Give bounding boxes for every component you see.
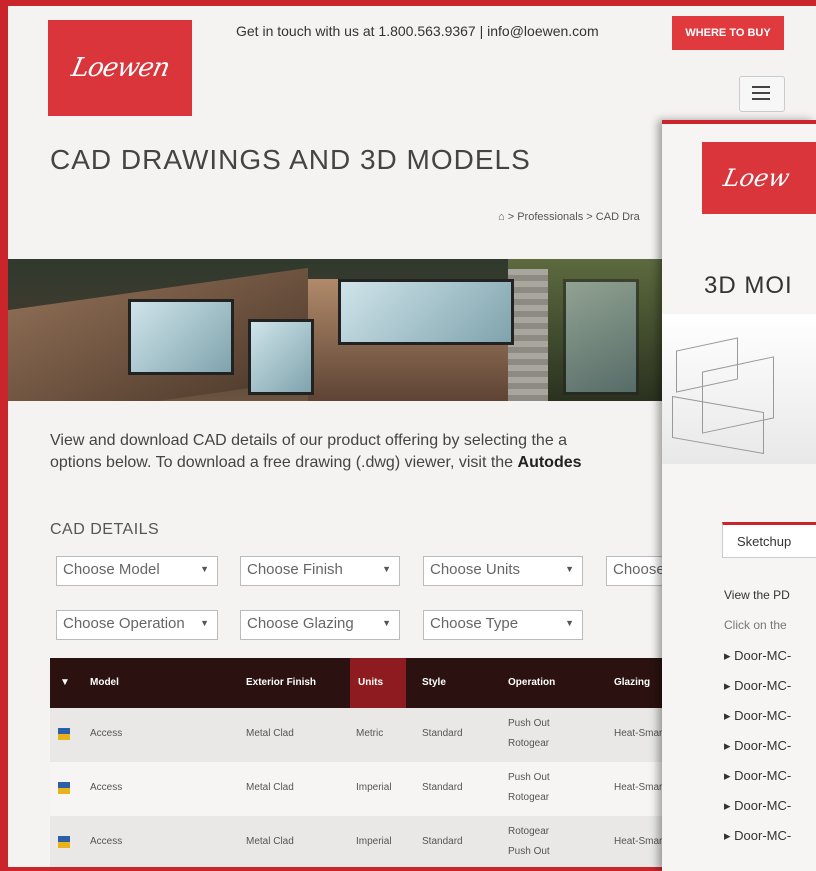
cell-glazing: Heat-Smart xyxy=(614,836,666,847)
cell-glazing: Heat-Smart xyxy=(614,728,666,739)
col-exterior-finish[interactable]: Exterior Finish xyxy=(246,658,316,708)
3d-models-window: Loew 3D MOI Sketchup View the PD Click o… xyxy=(662,120,816,871)
cell-style: Standard xyxy=(422,728,463,739)
dropdown-arrow-icon: ▼ xyxy=(382,618,391,628)
download-link[interactable]: ▸ Door-MC- xyxy=(724,678,791,694)
dropdown-arrow-icon: ▼ xyxy=(565,618,574,628)
select-label: Choose Operation xyxy=(63,615,185,632)
cell-model: Access xyxy=(90,836,123,847)
intro-text: View and download CAD details of our pro… xyxy=(50,430,690,474)
model-sketch-image xyxy=(662,314,816,464)
choose-model-select[interactable]: Choose Model ▼ xyxy=(56,556,218,586)
download-link[interactable]: ▸ Door-MC- xyxy=(724,828,791,844)
dropdown-arrow-icon: ▼ xyxy=(200,618,209,628)
col-units[interactable]: Units xyxy=(350,658,406,708)
choose-operation-select[interactable]: Choose Operation ▼ xyxy=(56,610,218,640)
intro-line-1: View and download CAD details of our pro… xyxy=(50,432,568,449)
col-operation[interactable]: Operation xyxy=(508,658,555,708)
cad-details-heading: CAD DETAILS xyxy=(50,521,160,538)
choose-units-select[interactable]: Choose Units ▼ xyxy=(423,556,583,586)
intro-line-2-text: options below. To download a free drawin… xyxy=(50,454,518,471)
download-link-label: Door-MC- xyxy=(734,828,792,843)
cell-finish: Metal Clad xyxy=(246,836,294,847)
choose-glazing-select[interactable]: Choose Glazing ▼ xyxy=(240,610,400,640)
table-header: ▼ Model Exterior Finish Units Style Oper… xyxy=(50,658,690,708)
cell-style: Standard xyxy=(422,782,463,793)
dropdown-arrow-icon: ▼ xyxy=(382,564,391,574)
cad-file-icon[interactable] xyxy=(58,782,70,794)
choose-finish-select[interactable]: Choose Finish ▼ xyxy=(240,556,400,586)
cell-glazing: Heat-Smart xyxy=(614,782,666,793)
download-link-label: Door-MC- xyxy=(734,738,792,753)
download-link[interactable]: ▸ Door-MC- xyxy=(724,798,791,814)
cell-model: Access xyxy=(90,728,123,739)
cell-operation: Rotogear xyxy=(508,738,550,749)
hamburger-icon[interactable] xyxy=(739,76,785,112)
select-label: Choose Units xyxy=(430,561,521,578)
dropdown-arrow-icon: ▼ xyxy=(200,564,209,574)
cell-operation: Push Out xyxy=(508,718,550,729)
cad-file-icon[interactable] xyxy=(58,728,70,740)
download-link[interactable]: ▸ Door-MC- xyxy=(724,738,791,754)
cell-finish: Metal Clad xyxy=(246,782,294,793)
overlay-line-1: View the PD xyxy=(724,588,790,602)
cad-file-icon[interactable] xyxy=(58,836,70,848)
download-link-label: Door-MC- xyxy=(734,708,792,723)
download-link-label: Door-MC- xyxy=(734,678,792,693)
loewen-logo-overlay[interactable]: Loew xyxy=(702,142,816,214)
cell-operation: Rotogear xyxy=(508,792,550,803)
cell-operation: Push Out xyxy=(508,846,550,857)
table-row[interactable]: Access Metal Clad Imperial Standard Push… xyxy=(50,762,690,816)
intro-line-2: options below. To download a free drawin… xyxy=(50,452,690,474)
home-icon[interactable]: ⌂ xyxy=(498,211,505,223)
download-link-label: Door-MC- xyxy=(734,798,792,813)
download-link[interactable]: ▸ Door-MC- xyxy=(724,768,791,784)
sort-caret-icon[interactable]: ▼ xyxy=(60,658,70,708)
col-model[interactable]: Model xyxy=(90,658,119,708)
tab-sketchup[interactable]: Sketchup xyxy=(722,522,816,558)
select-label: Choose xyxy=(613,561,665,578)
page-title: CAD DRAWINGS AND 3D MODELS xyxy=(50,144,531,175)
cell-finish: Metal Clad xyxy=(246,728,294,739)
cell-operation: Rotogear xyxy=(508,826,550,837)
where-to-buy-button[interactable]: WHERE TO BUY xyxy=(672,16,784,50)
breadcrumb-cad[interactable]: CAD Dra xyxy=(596,211,640,223)
logo-text: Loewen xyxy=(68,53,172,83)
table-row[interactable]: Access Metal Clad Metric Standard Push O… xyxy=(50,708,690,762)
choose-type-select[interactable]: Choose Type ▼ xyxy=(423,610,583,640)
download-link[interactable]: ▸ Door-MC- xyxy=(724,648,791,664)
autodesk-link[interactable]: Autodes xyxy=(518,454,582,471)
cell-model: Access xyxy=(90,782,123,793)
overlay-line-2: Click on the xyxy=(724,618,787,632)
cell-operation: Push Out xyxy=(508,772,550,783)
select-label: Choose Model xyxy=(63,561,160,578)
col-style[interactable]: Style xyxy=(422,658,446,708)
cell-units: Imperial xyxy=(356,782,392,793)
download-link[interactable]: ▸ Door-MC- xyxy=(724,708,791,724)
cell-units: Metric xyxy=(356,728,384,739)
table-row[interactable]: Access Metal Clad Imperial Standard Roto… xyxy=(50,816,690,867)
breadcrumb: ⌂ > Professionals > CAD Dra xyxy=(498,211,640,223)
cell-units: Imperial xyxy=(356,836,392,847)
download-link-label: Door-MC- xyxy=(734,768,792,783)
cell-style: Standard xyxy=(422,836,463,847)
select-label: Choose Glazing xyxy=(247,615,354,632)
logo-text: Loew xyxy=(721,164,793,192)
loewen-logo[interactable]: Loewen xyxy=(48,20,192,116)
breadcrumb-professionals[interactable]: Professionals xyxy=(517,211,583,223)
contact-info[interactable]: Get in touch with us at 1.800.563.9367 |… xyxy=(236,23,599,39)
select-label: Choose Type xyxy=(430,615,519,632)
dropdown-arrow-icon: ▼ xyxy=(565,564,574,574)
select-label: Choose Finish xyxy=(247,561,343,578)
col-glazing[interactable]: Glazing xyxy=(614,658,650,708)
download-link-label: Door-MC- xyxy=(734,648,792,663)
overlay-title: 3D MOI xyxy=(704,272,793,299)
